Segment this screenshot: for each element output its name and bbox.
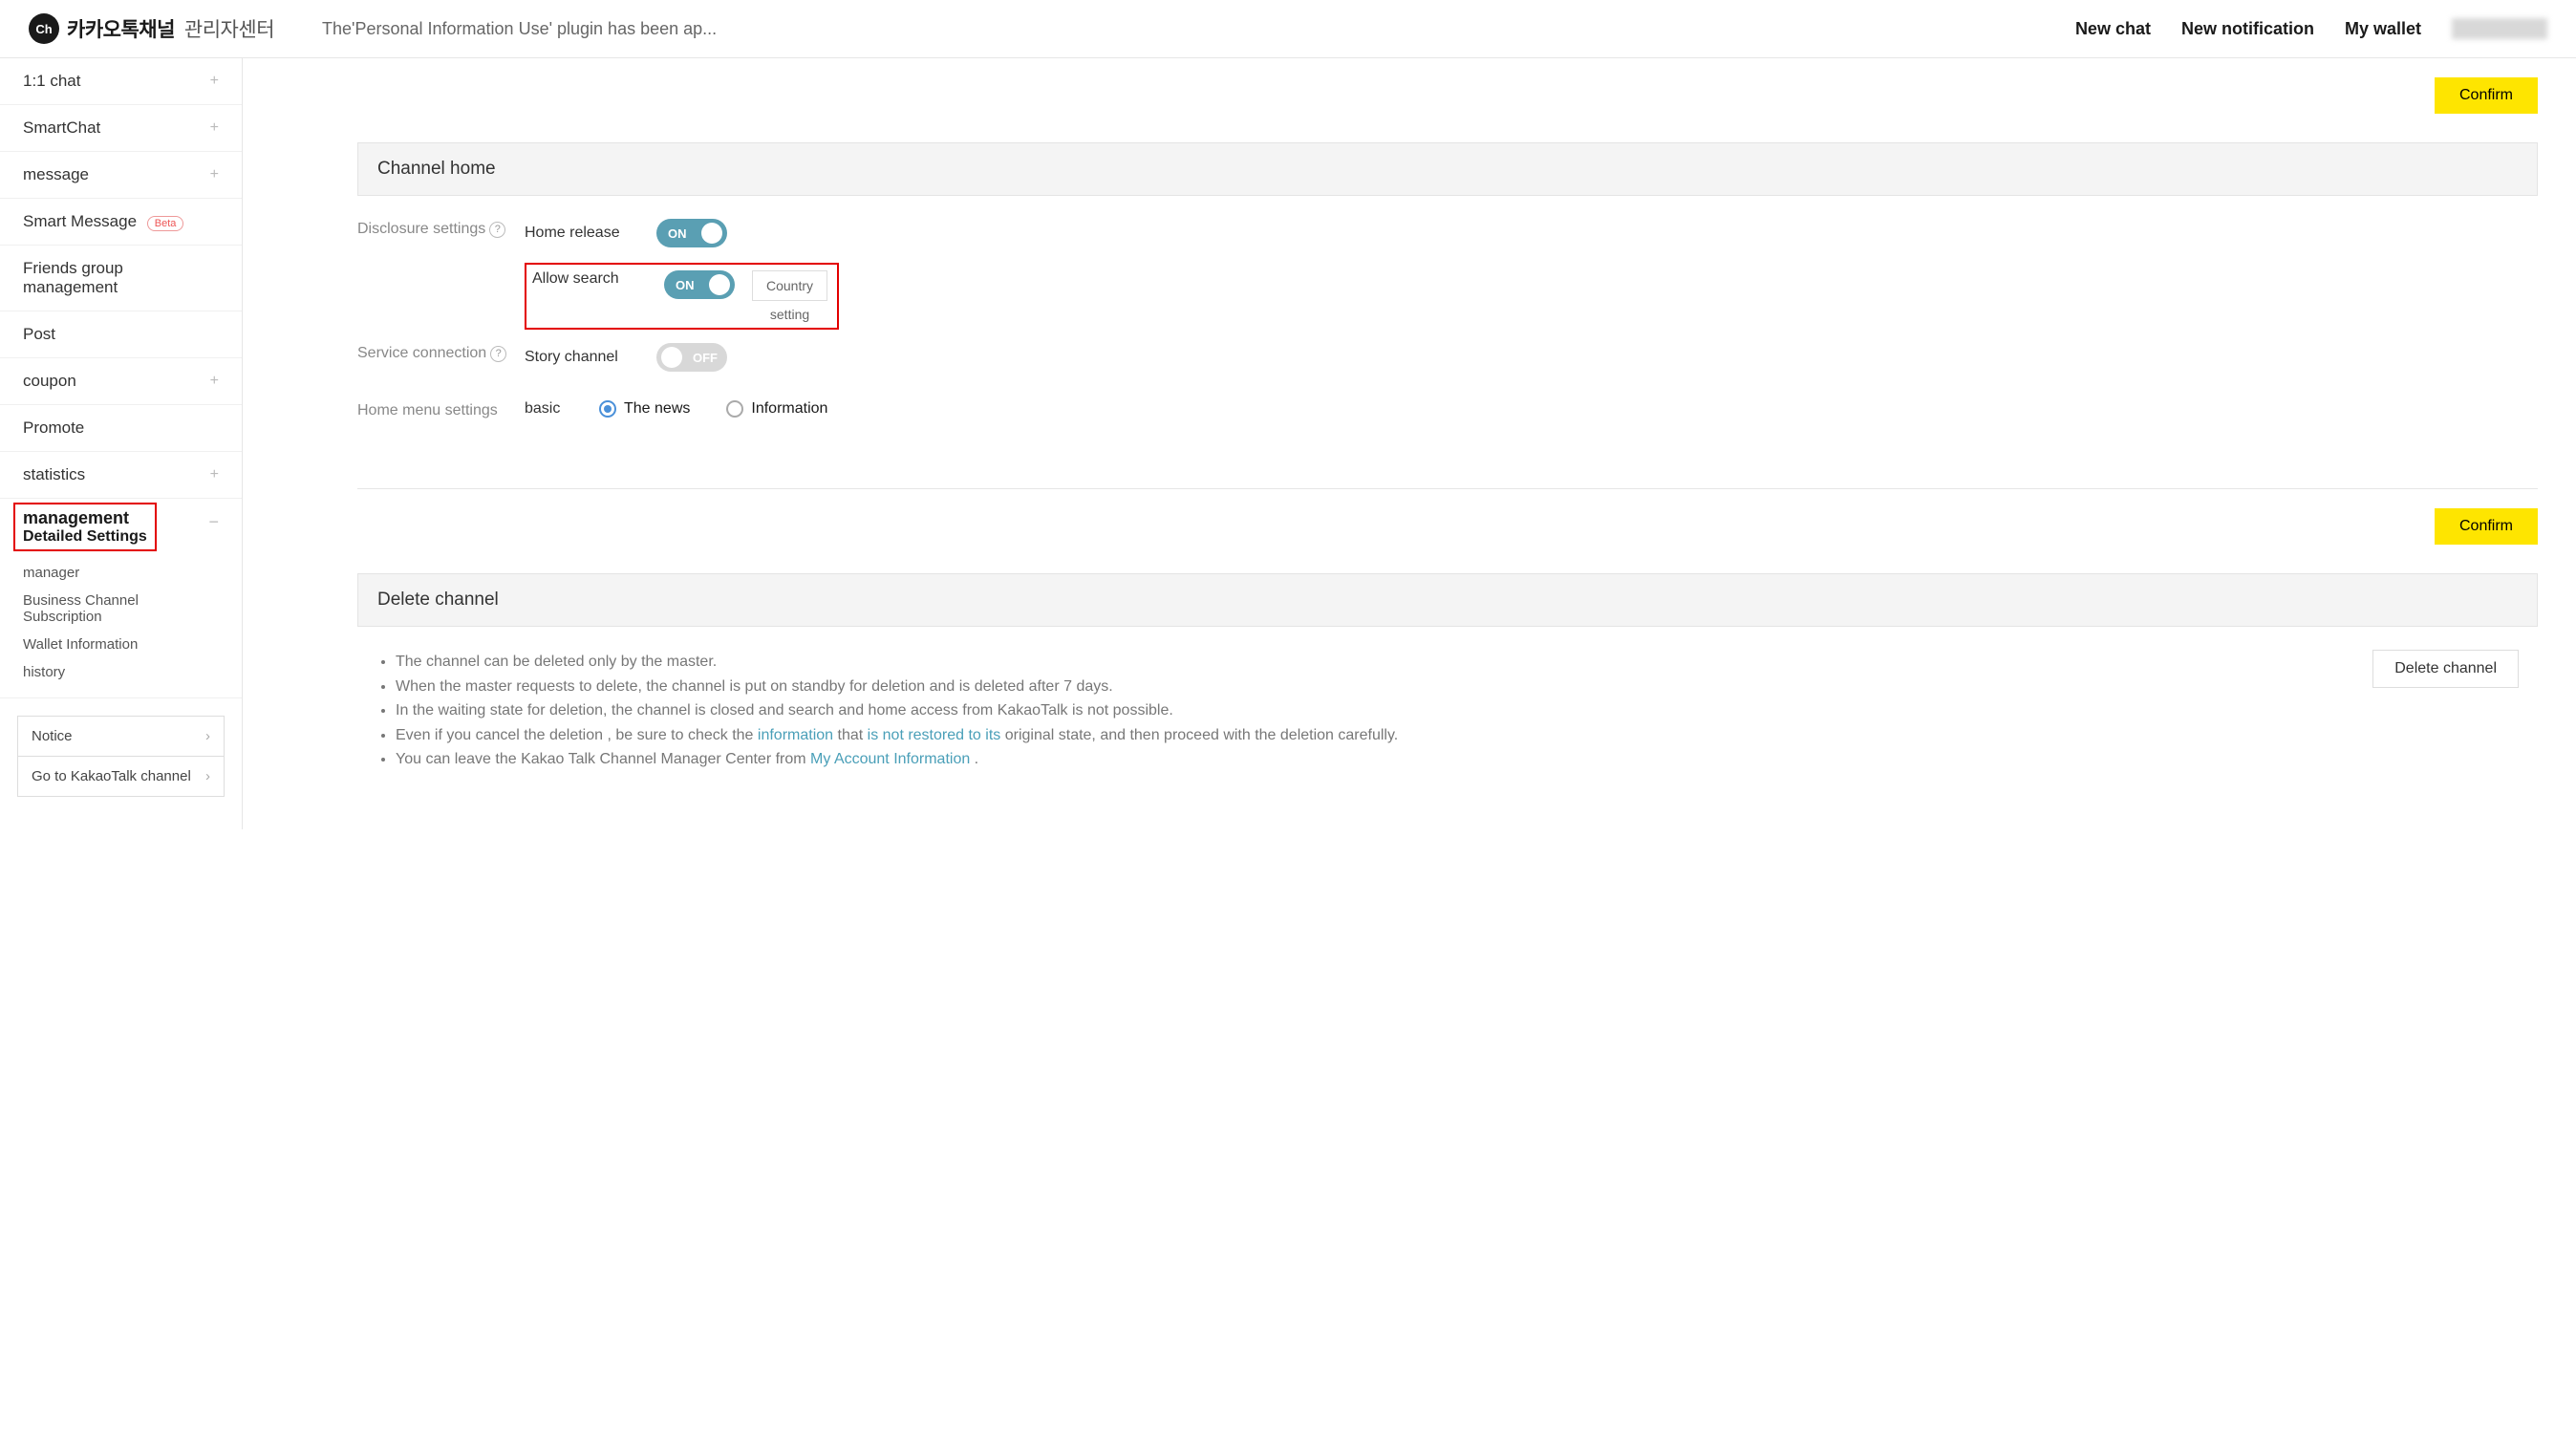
confirm-button[interactable]: Confirm [2435,508,2538,545]
list-item: In the waiting state for deletion, the c… [396,698,2334,723]
toggle-state: ON [676,278,695,292]
minus-icon[interactable]: − [208,512,219,532]
sidebar-item-coupon[interactable]: coupon + [0,358,242,405]
subnav-manager[interactable]: manager [0,559,242,587]
story-channel-toggle[interactable]: OFF [656,343,727,372]
story-channel-label: Story channel [525,349,639,366]
plus-icon: + [210,373,219,390]
plus-icon: + [210,73,219,90]
new-chat-link[interactable]: New chat [2075,19,2151,39]
delete-info-list: The channel can be deleted only by the m… [376,650,2334,772]
goto-kakaotalk-button[interactable]: Go to KakaoTalk channel › [17,757,225,797]
subnav-business-subscription[interactable]: Business Channel Subscription [0,587,242,631]
sidebar-item-label: 1:1 chat [23,72,81,91]
notice-button[interactable]: Notice › [17,716,225,757]
plus-icon: + [210,166,219,183]
delete-channel-header: Delete channel [357,573,2538,627]
radio-icon [726,400,743,418]
sidebar-item-message[interactable]: message + [0,152,242,199]
list-item: Even if you cancel the deletion , be sur… [396,723,2334,748]
user-info-redacted [2452,18,2547,39]
my-account-link[interactable]: My Account Information [810,751,970,767]
subnav-detailed-settings[interactable]: Detailed Settings [23,528,147,546]
list-item: The channel can be deleted only by the m… [396,650,2334,675]
radio-the-news[interactable]: The news [599,400,690,418]
logo-main-text: 카카오톡채널 [67,14,175,43]
sidebar-item-label: Promote [23,418,84,438]
plus-icon: + [210,466,219,483]
sidebar-item-label: SmartChat [23,118,100,138]
sidebar-bottom: Notice › Go to KakaoTalk channel › [0,698,242,814]
home-release-label: Home release [525,225,639,242]
information-link[interactable]: information [758,727,833,743]
list-item: When the master requests to delete, the … [396,675,2334,699]
disclosure-settings-label: Disclosure settings ? [357,219,525,238]
logo-icon: Ch [29,13,59,44]
sidebar: 1:1 chat + SmartChat + message + Smart M… [0,58,243,829]
home-release-toggle[interactable]: ON [656,219,727,247]
sidebar-management-highlight: management Detailed Settings [13,503,157,551]
home-menu-value: basic [525,400,582,418]
confirm-button[interactable]: Confirm [2435,77,2538,114]
sidebar-item-chat[interactable]: 1:1 chat + [0,58,242,105]
chevron-right-icon: › [205,728,210,744]
plus-icon: + [210,119,219,137]
header-right: New chat New notification My wallet [2075,18,2547,39]
delete-channel-body: The channel can be deleted only by the m… [357,627,2538,772]
allow-search-highlight: Allow search ON Country setting [525,263,839,330]
toggle-state: OFF [693,351,718,365]
sidebar-item-label: Post [23,325,55,344]
subnav: manager Business Channel Subscription Wa… [0,555,242,698]
toggle-knob [709,274,730,295]
channel-home-header: Channel home [357,142,2538,196]
service-connection-label: Service connection ? [357,343,525,362]
beta-badge: Beta [147,216,184,231]
allow-search-toggle[interactable]: ON [664,270,735,299]
radio-label: Information [751,400,827,418]
sidebar-item-label: Friends group management [23,259,219,297]
delete-channel-button[interactable]: Delete channel [2372,650,2519,688]
country-setting-button[interactable]: Country [752,270,827,301]
chevron-right-icon: › [205,768,210,784]
sidebar-item-management[interactable]: management [23,508,147,528]
sidebar-item-post[interactable]: Post [0,311,242,358]
sidebar-item-label: message [23,165,89,184]
toggle-state: ON [668,226,687,241]
subnav-wallet-info[interactable]: Wallet Information [0,631,242,658]
sidebar-item-smartmessage[interactable]: Smart Message Beta [0,199,242,246]
not-restored-link[interactable]: is not restored to its [868,727,1001,743]
sidebar-item-statistics[interactable]: statistics + [0,452,242,499]
sidebar-item-label: coupon [23,372,76,391]
sidebar-item-label: statistics [23,465,85,484]
subnav-history[interactable]: history [0,658,242,686]
toggle-knob [701,223,722,244]
toggle-knob [661,347,682,368]
logo-sub-text: 관리자센터 [184,14,274,43]
notice-label: Notice [32,728,73,744]
radio-label: The news [624,400,690,418]
breadcrumb: The'Personal Information Use' plugin has… [322,19,717,39]
list-item: You can leave the Kakao Talk Channel Man… [396,747,2334,772]
logo[interactable]: Ch 카카오톡채널 관리자센터 [29,13,274,44]
allow-search-label: Allow search [532,270,647,288]
main-content: Confirm Channel home Disclosure settings… [243,58,2576,829]
my-wallet-link[interactable]: My wallet [2345,19,2421,39]
sidebar-item-promote[interactable]: Promote [0,405,242,452]
sidebar-item-smartchat[interactable]: SmartChat + [0,105,242,152]
sidebar-item-friendsgroup[interactable]: Friends group management [0,246,242,311]
sidebar-item-label: Smart Message [23,212,137,230]
new-notification-link[interactable]: New notification [2181,19,2314,39]
channel-home-body: Disclosure settings ? Home release ON Al… [357,196,2538,479]
country-setting-caption: setting [770,307,809,322]
radio-icon [599,400,616,418]
help-icon[interactable]: ? [489,222,505,238]
home-menu-settings-label: Home menu settings [357,400,525,419]
goto-label: Go to KakaoTalk channel [32,768,191,784]
radio-information[interactable]: Information [726,400,827,418]
header: Ch 카카오톡채널 관리자센터 The'Personal Information… [0,0,2576,58]
help-icon[interactable]: ? [490,346,506,362]
